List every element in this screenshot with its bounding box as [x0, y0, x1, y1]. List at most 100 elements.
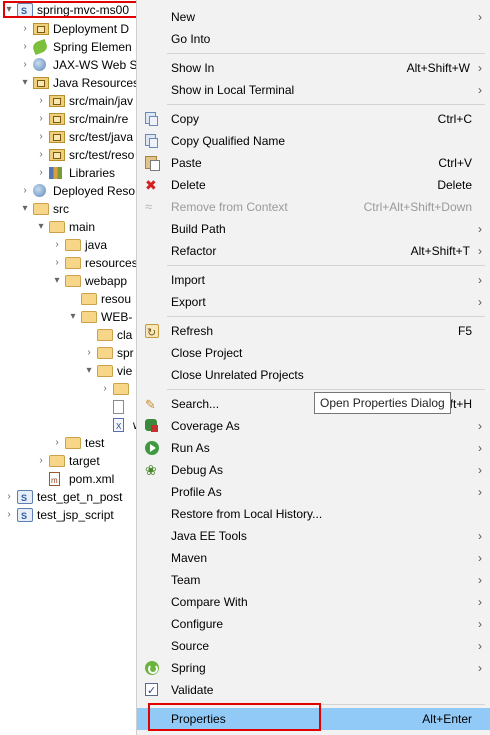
expand-arrow-closed-icon[interactable]: ›	[36, 110, 46, 128]
expand-arrow-closed-icon[interactable]: ›	[100, 380, 110, 398]
tree-item-label: JAX-WS Web S	[53, 58, 138, 72]
menu-item-run-as[interactable]: Run As ›	[137, 437, 490, 459]
tree-item-label: test_get_n_post	[37, 490, 123, 504]
expand-arrow-open-icon[interactable]: ▾	[20, 74, 30, 92]
tree-item[interactable]: ▾ Java Resources	[0, 74, 140, 92]
menu-item-configure[interactable]: Configure ›	[137, 613, 490, 635]
expand-arrow-closed-icon[interactable]: ›	[20, 182, 30, 200]
tree-item-label: pom.xml	[69, 472, 115, 486]
menu-item-close-project[interactable]: Close Project	[137, 342, 490, 364]
expand-arrow-closed-icon[interactable]: ›	[52, 236, 62, 254]
tree-item-label: main	[69, 220, 96, 234]
expand-arrow-closed-icon[interactable]: ›	[36, 452, 46, 470]
tree-item[interactable]: ▾ src	[0, 200, 140, 218]
menu-item-go-into[interactable]: Go Into	[137, 28, 490, 50]
menu-item-delete[interactable]: Delete Delete	[137, 174, 490, 196]
menu-item-label: Paste	[171, 156, 202, 170]
deployment-descriptor-icon	[33, 23, 49, 35]
menu-item-new[interactable]: New ›	[137, 6, 490, 28]
tree-item[interactable]: › java	[0, 236, 140, 254]
expand-arrow-closed-icon[interactable]: ›	[36, 164, 46, 182]
menu-item-validate[interactable]: Validate	[137, 679, 490, 702]
menu-item-debug-as[interactable]: Debug As ›	[137, 459, 490, 481]
expand-arrow-closed-icon	[84, 326, 94, 344]
menu-item-label: Copy	[171, 112, 200, 126]
tree-item[interactable]: we	[0, 416, 140, 436]
menu-item-maven[interactable]: Maven ›	[137, 547, 490, 569]
tree-item[interactable]: › target	[0, 452, 140, 470]
expand-arrow-closed-icon[interactable]: ›	[4, 488, 14, 506]
tree-item[interactable]: ▾ webapp	[0, 272, 140, 290]
tree-item[interactable]: › Deployment D	[0, 20, 140, 38]
tree-item-label: webapp	[85, 274, 128, 288]
expand-arrow-open-icon[interactable]: ▾	[68, 308, 78, 326]
menu-item-import[interactable]: Import ›	[137, 269, 490, 291]
tree-item[interactable]: › src/test/reso	[0, 146, 140, 164]
tree-item[interactable]: ▾ WEB-	[0, 308, 140, 326]
tree-item[interactable]: › test_jsp_script	[0, 506, 140, 525]
expand-arrow-open-icon[interactable]: ▾	[52, 272, 62, 290]
expand-arrow-open-icon[interactable]: ▾	[36, 218, 46, 236]
tree-item[interactable]: › spr	[0, 344, 140, 362]
tree-item[interactable]: › test	[0, 434, 140, 452]
tree-item[interactable]: › Libraries	[0, 164, 140, 182]
menu-item-java-ee-tools[interactable]: Java EE Tools ›	[137, 525, 490, 547]
menu-item-remove-from-context: Remove from Context Ctrl+Alt+Shift+Down	[137, 196, 490, 218]
expand-arrow-closed-icon[interactable]: ›	[4, 506, 14, 524]
expand-arrow-closed-icon[interactable]: ›	[36, 146, 46, 164]
menu-item-close-unrelated-projects[interactable]: Close Unrelated Projects	[137, 364, 490, 386]
debug-icon	[145, 459, 159, 481]
menu-item-copy-qualified-name[interactable]: Copy Qualified Name	[137, 130, 490, 152]
menu-item-refactor[interactable]: Refactor Alt+Shift+T ›	[137, 240, 490, 262]
expand-arrow-open-icon[interactable]: ▾	[84, 362, 94, 380]
menu-item-compare-with[interactable]: Compare With ›	[137, 591, 490, 613]
tree-item[interactable]: › src/test/java	[0, 128, 140, 146]
tree-item[interactable]: › src/main/jav	[0, 92, 140, 110]
menu-item-coverage-as[interactable]: Coverage As ›	[137, 415, 490, 437]
expand-arrow-closed-icon[interactable]: ›	[36, 92, 46, 110]
menu-item-show-in-local-terminal[interactable]: Show in Local Terminal ›	[137, 79, 490, 101]
expand-arrow-closed-icon[interactable]: ›	[84, 344, 94, 362]
menu-item-show-in[interactable]: Show In Alt+Shift+W ›	[137, 57, 490, 79]
menu-item-profile-as[interactable]: Profile As ›	[137, 481, 490, 503]
expand-arrow-closed-icon[interactable]: ›	[20, 20, 30, 38]
expand-arrow-closed-icon[interactable]: ›	[36, 128, 46, 146]
tree-item[interactable]: ›	[0, 380, 140, 398]
tree-item[interactable]: › resources	[0, 254, 140, 272]
menu-item-shortcut: Ctrl+V	[438, 156, 472, 170]
expand-arrow-closed-icon[interactable]: ›	[52, 434, 62, 452]
tree-item[interactable]: › src/main/re	[0, 110, 140, 128]
menu-item-shortcut: Delete	[437, 178, 472, 192]
copy-qualified-name-icon	[145, 134, 158, 148]
menu-item-spring[interactable]: Spring ›	[137, 657, 490, 679]
menu-item-refresh[interactable]: Refresh F5	[137, 320, 490, 344]
menu-item-source[interactable]: Source ›	[137, 635, 490, 657]
menu-item-paste[interactable]: Paste Ctrl+V	[137, 152, 490, 174]
expand-arrow-open-icon[interactable]: ▾	[20, 200, 30, 218]
expand-arrow-open-icon[interactable]: ▾	[4, 1, 14, 19]
menu-item-copy[interactable]: Copy Ctrl+C	[137, 108, 490, 130]
tree-item[interactable]: › Spring Elemen	[0, 38, 140, 56]
tree-item-label: Deployment D	[53, 22, 130, 36]
tree-item[interactable]: › test_get_n_post	[0, 488, 140, 507]
expand-arrow-closed-icon[interactable]: ›	[52, 254, 62, 272]
expand-arrow-closed-icon[interactable]: ›	[20, 38, 30, 56]
tree-item[interactable]: ▾ spring-mvc-ms00	[0, 1, 140, 20]
menu-item-build-path[interactable]: Build Path ›	[137, 218, 490, 240]
menu-item-label: Properties	[171, 712, 226, 726]
tree-item[interactable]: ▾ vie	[0, 362, 140, 380]
menu-item-export[interactable]: Export ›	[137, 291, 490, 313]
tree-item[interactable]: pom.xml	[0, 470, 140, 490]
tree-item[interactable]: resou	[0, 290, 140, 308]
tree-item[interactable]: › JAX-WS Web S	[0, 56, 140, 74]
tree-item[interactable]: cla	[0, 326, 140, 344]
menu-item-team[interactable]: Team ›	[137, 569, 490, 591]
menu-item-restore-from-local-history[interactable]: Restore from Local History...	[137, 503, 490, 525]
expand-arrow-closed-icon[interactable]: ›	[20, 56, 30, 74]
tree-item[interactable]: › Deployed Reso	[0, 182, 140, 200]
tree-item-label: cla	[117, 328, 133, 342]
tree-item[interactable]: ▾ main	[0, 218, 140, 236]
menu-item-label: Team	[171, 573, 201, 587]
tree-item[interactable]	[0, 398, 140, 416]
menu-item-properties[interactable]: Properties Alt+Enter	[137, 708, 490, 730]
